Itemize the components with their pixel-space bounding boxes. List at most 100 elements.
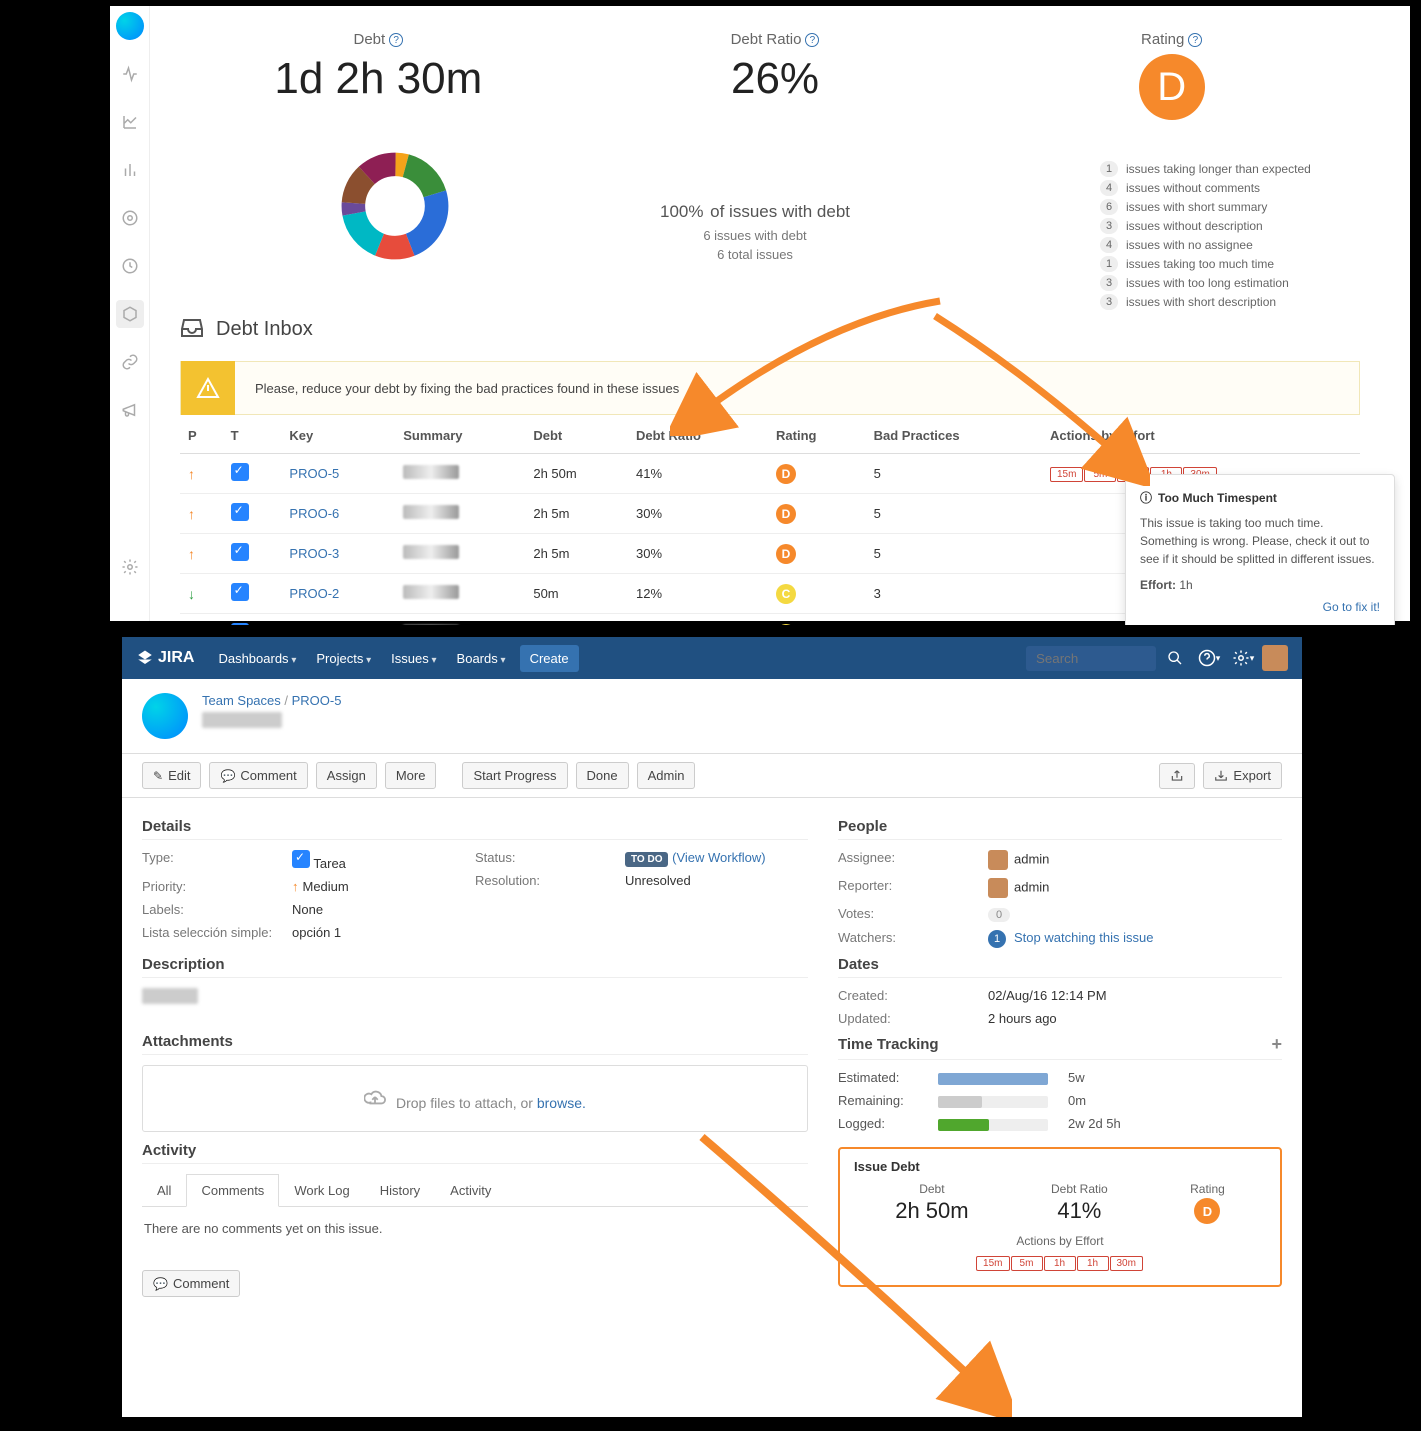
app-logo[interactable] xyxy=(116,12,144,40)
attachments-dropzone[interactable]: Drop files to attach, or browse. xyxy=(142,1065,808,1132)
col-rating[interactable]: Rating xyxy=(768,418,866,454)
comment-button-bottom[interactable]: 💬Comment xyxy=(142,1270,240,1297)
stop-watching-link[interactable]: Stop watching this issue xyxy=(1014,930,1153,945)
export-button[interactable]: Export xyxy=(1203,762,1282,789)
tab-history[interactable]: History xyxy=(365,1174,435,1207)
debt-ratio-label: Debt Ratio? xyxy=(577,31,974,48)
breakdown-row[interactable]: 1issues taking too much time xyxy=(1100,256,1311,272)
breakdown-row[interactable]: 6issues with short summary xyxy=(1100,199,1311,215)
rail-clock-icon[interactable] xyxy=(116,252,144,280)
rating-badge: D xyxy=(776,504,796,524)
comment-button[interactable]: 💬Comment xyxy=(209,762,307,789)
nav-item-dashboards[interactable]: Dashboards xyxy=(208,645,306,672)
rail-gear-icon[interactable] xyxy=(116,553,144,581)
admin-button[interactable]: Admin xyxy=(637,762,696,789)
go-to-fix-link[interactable]: Go to fix it! xyxy=(1140,600,1380,614)
col-p[interactable]: P xyxy=(180,418,223,454)
effort-action[interactable]: 5m xyxy=(1084,467,1116,482)
nav-item-issues[interactable]: Issues xyxy=(381,645,446,672)
tab-activity[interactable]: Activity xyxy=(435,1174,506,1207)
breakdown-row[interactable]: 4issues without comments xyxy=(1100,180,1311,196)
issue-key-link[interactable]: PROO-3 xyxy=(289,546,339,561)
rail-megaphone-icon[interactable] xyxy=(116,396,144,424)
no-comments-text: There are no comments yet on this issue. xyxy=(142,1207,808,1250)
issue-key-link[interactable]: PROO-5 xyxy=(289,466,339,481)
breadcrumb-project[interactable]: Team Spaces xyxy=(202,693,281,708)
effort-action[interactable]: 1h xyxy=(1077,1256,1109,1271)
rail-graph-icon[interactable] xyxy=(116,108,144,136)
more-button[interactable]: More xyxy=(385,762,437,789)
col-summary[interactable]: Summary xyxy=(395,418,525,454)
breakdown-row[interactable]: 3issues with short description xyxy=(1100,294,1311,310)
priority-icon: ↓ xyxy=(188,586,195,602)
rail-activity-icon[interactable] xyxy=(116,60,144,88)
activity-head: Activity xyxy=(142,1142,808,1164)
col-debt[interactable]: Debt xyxy=(525,418,628,454)
search-icon[interactable] xyxy=(1160,643,1190,673)
summary-redacted xyxy=(403,545,459,559)
done-button[interactable]: Done xyxy=(576,762,629,789)
add-time-icon[interactable]: + xyxy=(1271,1034,1282,1055)
task-type-icon xyxy=(231,463,249,481)
effort-action[interactable]: 15m xyxy=(976,1256,1009,1271)
effort-action[interactable]: 5m xyxy=(1011,1256,1043,1271)
effort-action[interactable]: 1h xyxy=(1044,1256,1076,1271)
user-avatar[interactable] xyxy=(1262,645,1288,671)
rating-badge: D xyxy=(1139,54,1205,120)
effort-action[interactable]: 30m xyxy=(1110,1256,1143,1271)
issue-header: Team Spaces / PROO-5 xyxy=(122,679,1302,753)
issue-key-link[interactable]: PROO-6 xyxy=(289,506,339,521)
project-avatar[interactable] xyxy=(142,693,188,739)
help-icon[interactable]: ▾ xyxy=(1194,643,1224,673)
col-ratio[interactable]: Debt Ratio xyxy=(628,418,768,454)
warning-banner: Please, reduce your debt by fixing the b… xyxy=(180,361,1360,415)
issue-title-redacted xyxy=(202,712,282,728)
avatar xyxy=(988,850,1008,870)
tab-all[interactable]: All xyxy=(142,1174,186,1207)
view-workflow-link[interactable]: (View Workflow) xyxy=(672,850,765,865)
browse-link[interactable]: browse. xyxy=(537,1095,586,1111)
start-progress-button[interactable]: Start Progress xyxy=(462,762,567,789)
issue-debt-panel: Issue Debt Debt2h 50m Debt Ratio41% Rati… xyxy=(838,1147,1282,1287)
debt-donut-chart xyxy=(340,151,450,264)
create-button[interactable]: Create xyxy=(520,645,579,672)
breadcrumb: Team Spaces / PROO-5 xyxy=(202,693,341,708)
breakdown-row[interactable]: 3issues without description xyxy=(1100,218,1311,234)
debt-dashboard-screenshot: Debt? 1d 2h 30m Debt Ratio? 26% Rating? … xyxy=(0,0,1421,625)
rail-link-icon[interactable] xyxy=(116,348,144,376)
search-input[interactable] xyxy=(1026,646,1156,671)
breakdown-row[interactable]: 4issues with no assignee xyxy=(1100,237,1311,253)
col-bad[interactable]: Bad Practices xyxy=(866,418,1042,454)
nav-item-boards[interactable]: Boards xyxy=(447,645,516,672)
comment-icon: 💬 xyxy=(153,1277,168,1291)
edit-button[interactable]: ✎Edit xyxy=(142,762,201,789)
jira-issue-screenshot: JIRA DashboardsProjectsIssuesBoards Crea… xyxy=(0,625,1421,1431)
help-icon[interactable]: ? xyxy=(805,33,819,47)
col-t[interactable]: T xyxy=(223,418,282,454)
help-icon[interactable]: ? xyxy=(1188,33,1202,47)
left-sidebar xyxy=(110,6,150,621)
summary-row: Debt? 1d 2h 30m Debt Ratio? 26% Rating? … xyxy=(180,31,1370,120)
rail-at-icon[interactable] xyxy=(116,204,144,232)
share-button[interactable] xyxy=(1159,763,1195,789)
effort-action[interactable]: 15m xyxy=(1050,467,1083,482)
issue-key-link[interactable]: PROO-2 xyxy=(289,586,339,601)
col-actions[interactable]: Actions by Effort xyxy=(1042,418,1360,454)
assign-button[interactable]: Assign xyxy=(316,762,377,789)
gear-icon[interactable]: ▾ xyxy=(1228,643,1258,673)
breakdown-row[interactable]: 1issues taking longer than expected xyxy=(1100,161,1311,177)
votes-count: 0 xyxy=(988,908,1010,922)
col-key[interactable]: Key xyxy=(281,418,395,454)
help-icon[interactable]: ? xyxy=(389,33,403,47)
rail-bar-icon[interactable] xyxy=(116,156,144,184)
breakdown-row[interactable]: 3issues with too long estimation xyxy=(1100,275,1311,291)
debt-value: 1d 2h 30m xyxy=(180,54,577,104)
tab-comments[interactable]: Comments xyxy=(186,1174,279,1207)
priority-icon: ↑ xyxy=(188,506,195,522)
task-type-icon xyxy=(231,503,249,521)
jira-logo[interactable]: JIRA xyxy=(136,649,204,667)
tab-work-log[interactable]: Work Log xyxy=(279,1174,364,1207)
nav-item-projects[interactable]: Projects xyxy=(306,645,381,672)
breadcrumb-issue[interactable]: PROO-5 xyxy=(292,693,342,708)
rail-hex-settings-icon[interactable] xyxy=(116,300,144,328)
